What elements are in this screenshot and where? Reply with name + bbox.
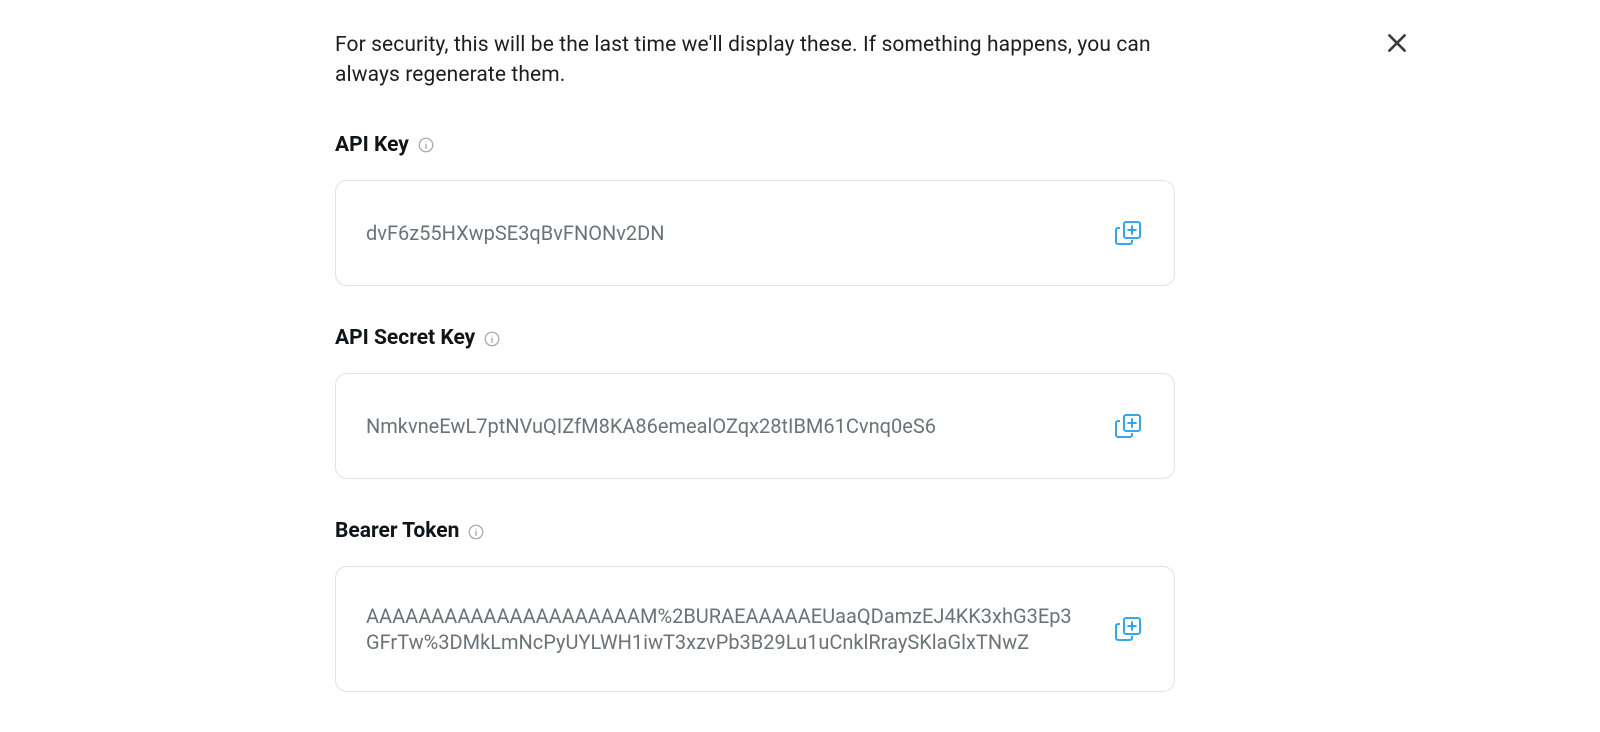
credentials-panel: For security, this will be the last time… [0,0,1600,704]
info-icon[interactable] [417,136,435,154]
field-label-row: API Secret Key [335,326,1175,351]
close-button[interactable] [1384,30,1410,56]
info-icon[interactable] [483,330,501,348]
field-api-key: API Key dvF6z55HXwpSE3qBvFNONv2DN [335,133,1175,286]
copy-icon [1112,217,1144,249]
field-api-secret-key: API Secret Key NmkvneEwL7ptNVuQIZfM8KA86… [335,326,1175,479]
api-secret-key-box: NmkvneEwL7ptNVuQIZfM8KA86emealOZqx28tIBM… [335,373,1175,479]
copy-icon [1112,613,1144,645]
bearer-token-value: AAAAAAAAAAAAAAAAAAAAAM%2BURAEAAAAAEUaaQD… [366,603,1082,655]
api-key-box: dvF6z55HXwpSE3qBvFNONv2DN [335,180,1175,286]
field-label-row: API Key [335,133,1175,158]
field-label-row: Bearer Token [335,519,1175,544]
field-bearer-token: Bearer Token AAAAAAAAAAAAAAAAAAAAAM%2BUR… [335,519,1175,692]
copy-api-key-button[interactable] [1112,217,1144,249]
api-key-label: API Key [335,133,409,158]
copy-icon [1112,410,1144,442]
bearer-token-label: Bearer Token [335,519,459,544]
copy-api-secret-key-button[interactable] [1112,410,1144,442]
close-icon [1384,30,1410,56]
api-key-value: dvF6z55HXwpSE3qBvFNONv2DN [366,220,1082,246]
copy-bearer-token-button[interactable] [1112,613,1144,645]
content-area: For security, this will be the last time… [335,30,1175,732]
bearer-token-box: AAAAAAAAAAAAAAAAAAAAAM%2BURAEAAAAAEUaaQD… [335,566,1175,692]
info-icon[interactable] [467,523,485,541]
intro-text: For security, this will be the last time… [335,30,1175,91]
api-secret-key-label: API Secret Key [335,326,475,351]
api-secret-key-value: NmkvneEwL7ptNVuQIZfM8KA86emealOZqx28tIBM… [366,413,1082,439]
